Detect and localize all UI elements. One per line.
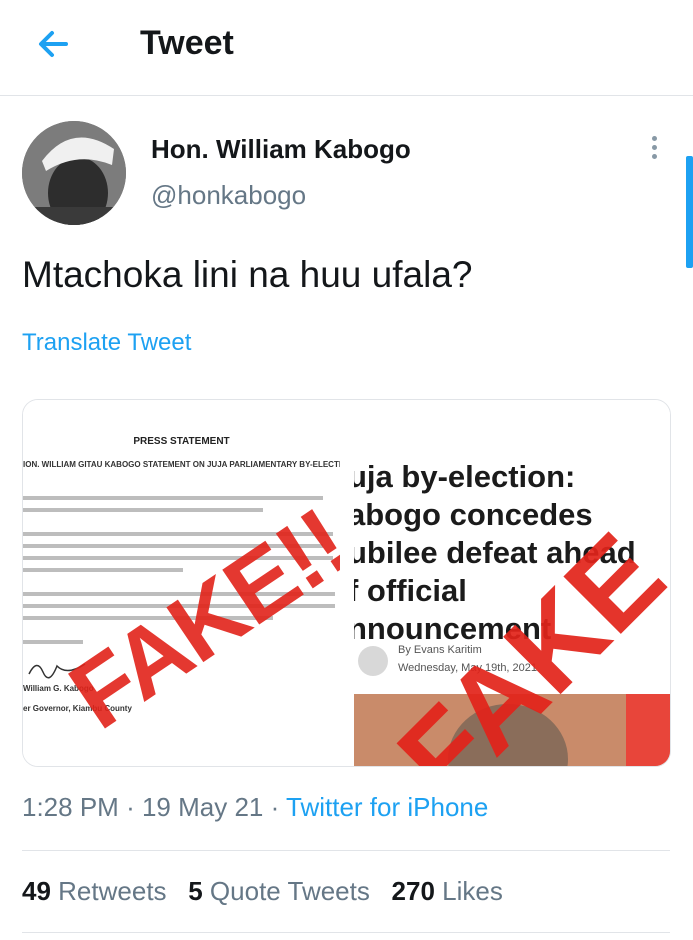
author-avatar xyxy=(358,646,388,676)
retweets-label: Retweets xyxy=(58,876,167,906)
likes-label: Likes xyxy=(442,876,503,906)
translate-tweet-link[interactable]: Translate Tweet xyxy=(22,329,191,357)
text-line xyxy=(23,508,263,512)
author-name[interactable]: Hon. William Kabogo xyxy=(151,134,411,165)
quote-tweets-count: 5 xyxy=(188,876,203,906)
tweet-time: 1:28 PM xyxy=(22,792,119,822)
likes-stat[interactable]: 270 Likes xyxy=(392,876,503,906)
back-button[interactable] xyxy=(34,24,74,64)
app-header: Tweet xyxy=(0,0,693,96)
headline-line: uja by-election: xyxy=(354,459,576,494)
news-article-image[interactable]: uja by-election: abogo concedes ubilee d… xyxy=(354,400,670,766)
retweets-count: 49 xyxy=(22,876,51,906)
red-backdrop xyxy=(626,694,670,766)
more-dot xyxy=(651,154,657,159)
tweet-stats: 49 Retweets 5 Quote Tweets 270 Likes xyxy=(22,876,503,907)
scrollbar[interactable] xyxy=(686,156,693,268)
tweet-meta: 1:28 PM · 19 May 21 · Twitter for iPhone xyxy=(22,792,488,823)
more-dot xyxy=(651,145,657,150)
text-line xyxy=(23,568,183,572)
media-grid: PRESS STATEMENT ION. WILLIAM GITAU KABOG… xyxy=(22,399,671,767)
arrow-left-icon xyxy=(39,31,68,57)
text-line xyxy=(23,496,323,500)
avatar[interactable] xyxy=(22,121,126,225)
more-dot xyxy=(651,136,657,141)
author-handle[interactable]: @honkabogo xyxy=(151,180,306,211)
press-statement-image[interactable]: PRESS STATEMENT ION. WILLIAM GITAU KABOG… xyxy=(23,400,340,766)
separator: · xyxy=(270,792,287,822)
likes-count: 270 xyxy=(391,876,435,906)
separator: · xyxy=(126,792,142,822)
avatar-photo xyxy=(22,121,126,225)
quote-tweets-label: Quote Tweets xyxy=(209,876,370,906)
retweets-stat[interactable]: 49 Retweets xyxy=(22,876,167,906)
tweet-source-link[interactable]: Twitter for iPhone xyxy=(286,792,488,822)
divider xyxy=(22,850,670,851)
press-statement-title: PRESS STATEMENT xyxy=(133,436,230,447)
page-title: Tweet xyxy=(140,24,234,62)
quote-tweets-stat[interactable]: 5 Quote Tweets xyxy=(188,876,370,906)
tweet-date: 19 May 21 xyxy=(141,792,264,822)
press-statement-subtitle: ION. WILLIAM GITAU KABOGO STATEMENT ON J… xyxy=(23,460,340,469)
tweet-text: Mtachoka lini na huu ufala? xyxy=(22,254,473,295)
more-options-button[interactable] xyxy=(644,136,664,166)
divider xyxy=(22,932,670,933)
